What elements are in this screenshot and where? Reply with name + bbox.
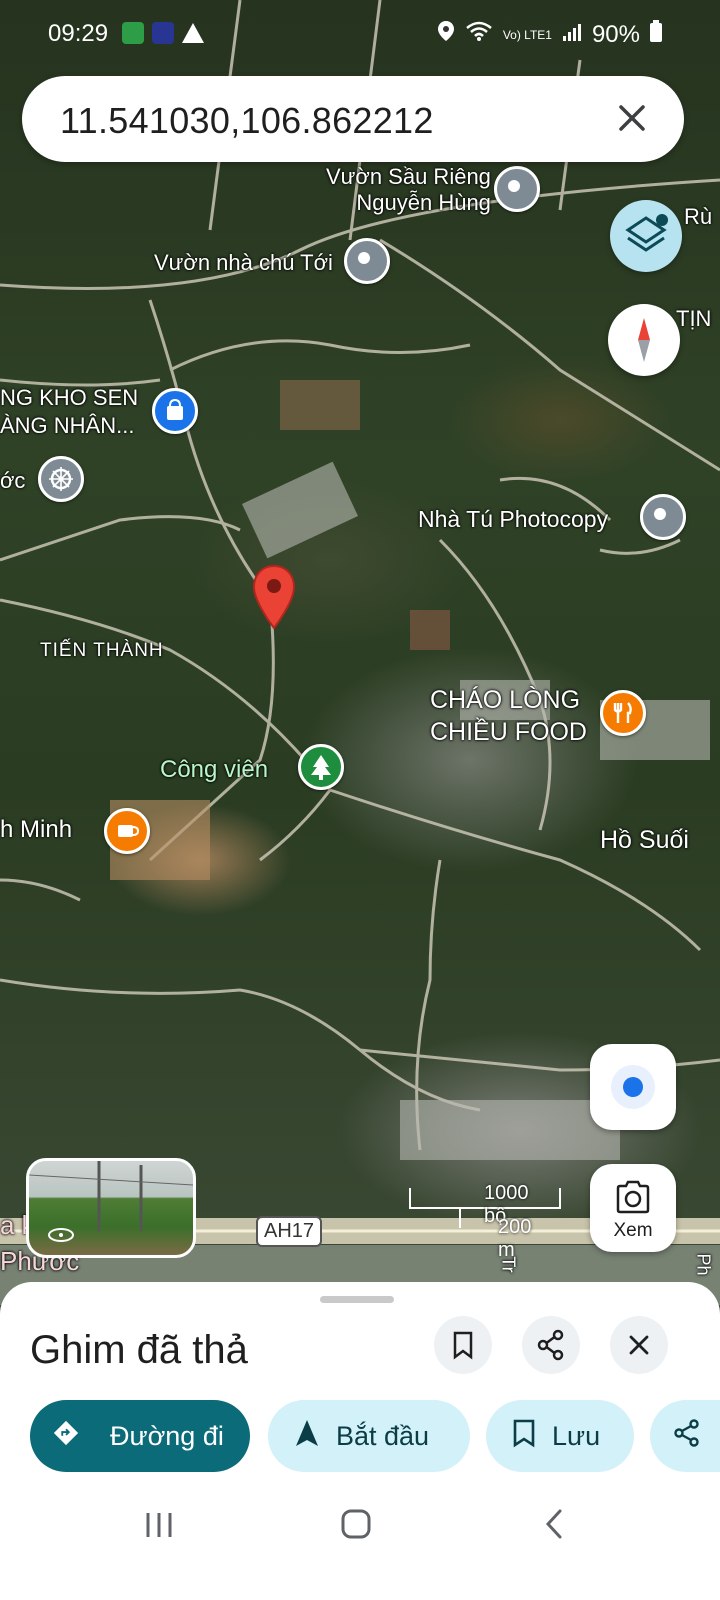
poi-nha-tu-photocopy-label[interactable]: Nhà Tú Photocopy (418, 506, 608, 533)
my-location-button[interactable] (590, 1044, 676, 1130)
my-location-icon (611, 1065, 655, 1109)
save-label: Lưu (552, 1420, 601, 1451)
gray-pin-icon[interactable] (494, 166, 540, 212)
bookmark-icon (512, 1418, 536, 1455)
area-label-ph: Ph (693, 1253, 714, 1276)
poi-line1: CHÁO LÒNG (430, 686, 581, 714)
poi-minh-label[interactable]: h Minh (0, 816, 72, 844)
battery-percent: 90% (591, 20, 640, 48)
layers-button[interactable] (610, 200, 682, 272)
close-icon[interactable] (608, 94, 656, 142)
area-label-tin: TỊN (676, 306, 712, 331)
poi-vuon-sau-rieng-label[interactable]: Vườn Sầu Riêng Nguyễn Hùng (326, 164, 491, 216)
restaurant-icon[interactable] (600, 690, 646, 736)
start-label: Bắt đầu (336, 1420, 430, 1451)
poi-vuon-nha-chu-toi-label[interactable]: Vườn nhà chú Tới (154, 250, 333, 276)
status-bar: 09:29 Vo) LTE1 90% (0, 0, 720, 70)
directions-button[interactable]: Đường đi (30, 1400, 250, 1472)
poi-phuoc-label[interactable]: ớc (0, 468, 25, 494)
dharma-wheel-icon[interactable] (38, 456, 84, 502)
bookmark-icon (453, 1331, 473, 1360)
wifi-icon (465, 20, 493, 49)
app-notification-icon (152, 22, 174, 44)
road-shield-ah17: AH17 (256, 1216, 323, 1247)
warning-icon (182, 23, 204, 43)
area-label-ru: Rù (684, 204, 713, 229)
gray-pin-icon[interactable] (640, 494, 686, 540)
close-sheet-button[interactable] (610, 1316, 668, 1374)
close-icon (629, 1335, 649, 1355)
area-label-ho-suoi: Hồ Suối (600, 826, 689, 854)
layers-icon (625, 214, 668, 252)
status-notification-icons (122, 22, 204, 44)
search-query[interactable]: 11.541030,106.862212 (60, 100, 434, 142)
compass-button[interactable] (608, 304, 680, 376)
location-icon (437, 20, 455, 49)
recent-apps-icon (146, 1513, 172, 1537)
status-time: 09:29 (48, 20, 109, 47)
poi-line1: Vườn Sầu Riêng (326, 164, 491, 189)
poi-line1: NG KHO SEN (0, 385, 139, 410)
poi-line2: CHIỀU FOOD (430, 718, 587, 746)
share-chip[interactable] (650, 1400, 720, 1472)
cafe-icon[interactable] (104, 808, 150, 854)
save-button[interactable] (434, 1316, 492, 1374)
start-button[interactable]: Bắt đầu (268, 1400, 470, 1472)
status-system-icons: Vo) LTE1 90% (437, 20, 662, 49)
scale-metric: 200 m (498, 1216, 532, 1261)
recent-apps-button[interactable] (144, 1510, 174, 1545)
shopping-bag-icon[interactable] (152, 388, 198, 434)
signal-icon (562, 21, 582, 49)
share-icon (537, 1329, 564, 1361)
back-icon (545, 1509, 562, 1539)
poi-line2: Nguyễn Hùng (356, 190, 491, 215)
network-type: Vo) LTE1 (502, 27, 552, 42)
system-nav-bar (0, 1484, 720, 1600)
area-label-tien-thanh: TIẾN THÀNH (40, 640, 164, 661)
dropped-pin-icon[interactable] (252, 564, 296, 630)
poi-cong-vien-label[interactable]: Công viên (160, 756, 268, 784)
messenger-icon (122, 22, 144, 44)
drag-handle[interactable] (320, 1296, 394, 1303)
poi-chao-long-label[interactable]: CHÁO LÒNG CHIỀU FOOD (430, 684, 587, 748)
home-button[interactable] (340, 1508, 372, 1545)
street-view-thumbnail[interactable] (26, 1158, 196, 1258)
lens-label: Xem (613, 1220, 653, 1241)
share-button[interactable] (522, 1316, 580, 1374)
gray-pin-icon[interactable] (344, 238, 390, 284)
home-icon (341, 1509, 371, 1539)
directions-icon (52, 1419, 94, 1454)
battery-icon (650, 20, 662, 49)
directions-label: Đường đi (110, 1420, 224, 1451)
save-chip[interactable]: Lưu (486, 1400, 634, 1472)
sheet-title: Ghim đã thả (30, 1328, 248, 1372)
poi-kho-sen-label[interactable]: NG KHO SEN ÀNG NHÂN... (0, 384, 138, 440)
lens-button[interactable]: Xem (590, 1164, 676, 1252)
compass-icon (638, 318, 650, 362)
navigation-arrow-icon (294, 1418, 320, 1455)
back-button[interactable] (540, 1508, 570, 1545)
tree-icon[interactable] (298, 744, 344, 790)
search-bar[interactable]: 11.541030,106.862212 (22, 76, 684, 162)
share-icon (672, 1418, 702, 1455)
poi-line2: ÀNG NHÂN... (0, 413, 135, 438)
360-rotate-icon (47, 1225, 75, 1245)
